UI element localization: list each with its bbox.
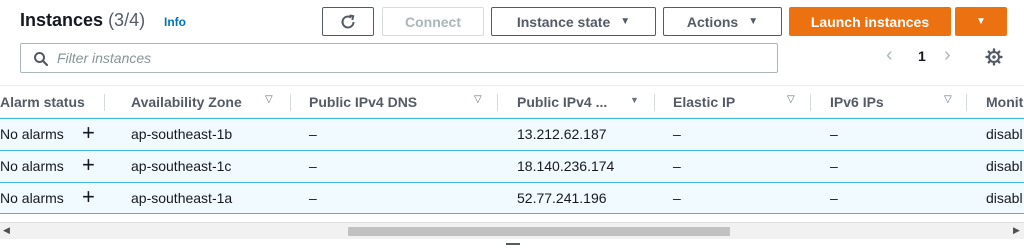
gear-icon[interactable]	[985, 48, 1003, 66]
page-header: Instances (3/4) Info Connect Instance st…	[0, 0, 1024, 40]
sort-caret-icon[interactable]: ▽	[944, 94, 952, 105]
resize-handle-icon[interactable]	[506, 243, 520, 245]
ipv6-cell: –	[830, 126, 838, 142]
actions-button[interactable]: Actions ▼	[663, 7, 782, 36]
table-row[interactable]: No alarms + ap-southeast-1c – 18.140.236…	[0, 150, 1024, 182]
public-dns-cell: –	[309, 158, 317, 174]
column-divider[interactable]	[966, 94, 967, 111]
public-dns-cell: –	[309, 190, 317, 206]
refresh-button[interactable]	[322, 7, 374, 36]
sort-caret-icon[interactable]: ▽	[787, 94, 795, 105]
public-ip-cell: 18.140.236.174	[517, 158, 615, 174]
actions-label: Actions	[686, 13, 739, 30]
column-header-availability-zone[interactable]: Availability Zone	[131, 94, 242, 110]
column-header-public-ipv4-dns[interactable]: Public IPv4 DNS	[309, 94, 417, 110]
column-divider[interactable]	[810, 94, 811, 111]
scrollbar-thumb[interactable]	[348, 227, 730, 236]
current-page-number[interactable]: 1	[918, 48, 926, 64]
monitoring-cell: disabl	[986, 158, 1023, 174]
filter-search-box[interactable]	[20, 43, 778, 73]
launch-options-dropdown[interactable]: ▼	[955, 7, 1007, 36]
column-divider[interactable]	[654, 94, 655, 111]
sort-descending-icon[interactable]: ▼	[630, 95, 639, 105]
page-title: Instances (3/4)	[20, 10, 145, 31]
next-page-button[interactable]: ›	[944, 44, 951, 67]
instance-state-label: Instance state	[516, 13, 611, 30]
search-input[interactable]	[57, 49, 757, 67]
add-alarm-icon[interactable]: +	[82, 152, 95, 178]
sort-caret-icon[interactable]: ▽	[265, 94, 273, 105]
column-divider[interactable]	[104, 94, 105, 111]
table-header-row: Alarm status Availability Zone ▽ Public …	[0, 85, 1024, 118]
availability-zone-cell: ap-southeast-1b	[131, 126, 233, 142]
launch-instances-button[interactable]: Launch instances	[789, 7, 951, 36]
column-header-elastic-ip[interactable]: Elastic IP	[673, 94, 735, 110]
alarm-status-cell: No alarms	[0, 126, 64, 142]
alarm-status-cell: No alarms	[0, 190, 64, 206]
instances-table: Alarm status Availability Zone ▽ Public …	[0, 85, 1024, 214]
info-link[interactable]: Info	[164, 15, 186, 29]
column-header-monitoring[interactable]: Monit	[986, 94, 1023, 110]
availability-zone-cell: ap-southeast-1c	[131, 158, 232, 174]
connect-button[interactable]: Connect	[382, 7, 484, 36]
column-divider[interactable]	[497, 94, 498, 111]
caret-down-icon: ▼	[748, 16, 759, 27]
horizontal-scrollbar[interactable]: ◀ ▶	[0, 222, 1024, 239]
column-header-public-ipv4-address[interactable]: Public IPv4 ...	[517, 94, 607, 110]
table-row[interactable]: No alarms + ap-southeast-1b – 13.212.62.…	[0, 118, 1024, 150]
launch-instances-label: Launch instances	[810, 13, 930, 30]
column-divider[interactable]	[290, 94, 291, 111]
monitoring-cell: disabl	[986, 126, 1023, 142]
elastic-ip-cell: –	[673, 126, 681, 142]
connect-label: Connect	[405, 13, 461, 30]
elastic-ip-cell: –	[673, 158, 681, 174]
ipv6-cell: –	[830, 190, 838, 206]
alarm-status-cell: No alarms	[0, 158, 64, 174]
previous-page-button[interactable]: ‹	[886, 44, 893, 67]
public-ip-cell: 13.212.62.187	[517, 126, 607, 142]
scroll-right-icon[interactable]: ▶	[1013, 225, 1020, 236]
table-row[interactable]: No alarms + ap-southeast-1a – 52.77.241.…	[0, 182, 1024, 214]
public-dns-cell: –	[309, 126, 317, 142]
sort-caret-icon[interactable]: ▽	[474, 94, 482, 105]
column-header-ipv6-ips[interactable]: IPv6 IPs	[830, 94, 884, 110]
caret-down-icon: ▼	[620, 16, 631, 27]
ipv6-cell: –	[830, 158, 838, 174]
search-icon	[34, 52, 49, 67]
add-alarm-icon[interactable]: +	[82, 120, 95, 146]
caret-down-icon: ▼	[976, 16, 986, 27]
add-alarm-icon[interactable]: +	[82, 184, 95, 210]
column-header-alarm-status[interactable]: Alarm status	[0, 94, 85, 110]
refresh-icon	[341, 14, 355, 28]
monitoring-cell: disabl	[986, 190, 1023, 206]
instance-state-button[interactable]: Instance state ▼	[491, 7, 656, 36]
public-ip-cell: 52.77.241.196	[517, 190, 607, 206]
scroll-left-icon[interactable]: ◀	[3, 225, 10, 236]
instance-count: (3/4)	[108, 10, 146, 30]
page-title-text: Instances	[20, 10, 104, 30]
availability-zone-cell: ap-southeast-1a	[131, 190, 233, 206]
elastic-ip-cell: –	[673, 190, 681, 206]
